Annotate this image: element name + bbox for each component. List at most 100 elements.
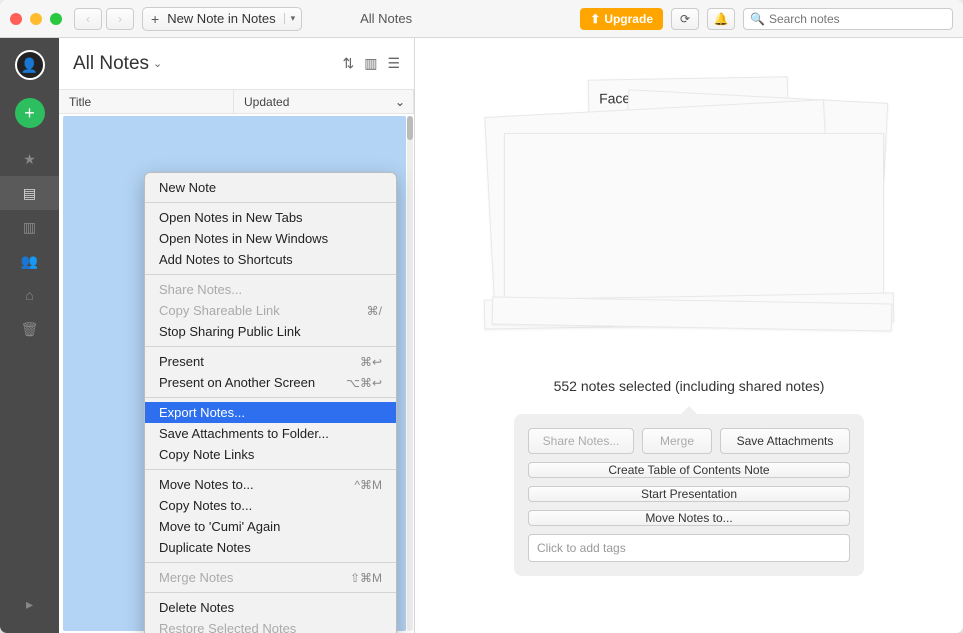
context-menu: New Note Open Notes in New Tabs Open Not…	[144, 172, 397, 633]
ctx-separator	[145, 202, 396, 203]
back-button[interactable]: ‹	[74, 8, 102, 30]
shortcut-label: ⌘/	[367, 304, 382, 318]
scrollbar-thumb[interactable]	[407, 116, 413, 140]
view-button[interactable]: ▥	[364, 55, 377, 72]
save-attachments-button[interactable]: Save Attachments	[720, 428, 850, 454]
new-note-label: New Note in Notes	[167, 11, 283, 26]
move-notes-button[interactable]: Move Notes to...	[528, 510, 850, 526]
shortcut-label: ⇧⌘M	[350, 571, 382, 585]
window-controls	[10, 13, 62, 25]
nav-buttons: ‹ ›	[74, 8, 134, 30]
ctx-separator	[145, 397, 396, 398]
add-note-button[interactable]: +	[15, 98, 45, 128]
ctx-copy-to[interactable]: Copy Notes to...	[145, 495, 396, 516]
minimize-window-button[interactable]	[30, 13, 42, 25]
ctx-duplicate[interactable]: Duplicate Notes	[145, 537, 396, 558]
notifications-button[interactable]: 🔔	[707, 8, 735, 30]
sidebar-item-notes[interactable]: ▤	[0, 176, 59, 210]
chevron-down-icon: ⌄	[395, 95, 405, 109]
stack-paper	[504, 133, 884, 303]
plus-icon: +	[143, 11, 167, 27]
ctx-open-tabs[interactable]: Open Notes in New Tabs	[145, 207, 396, 228]
ctx-move-to[interactable]: Move Notes to... ^⌘M	[145, 474, 396, 495]
ctx-delete[interactable]: Delete Notes	[145, 597, 396, 618]
ctx-separator	[145, 562, 396, 563]
ctx-separator	[145, 274, 396, 275]
merge-button[interactable]: Merge	[642, 428, 712, 454]
create-toc-button[interactable]: Create Table of Contents Note	[528, 462, 850, 478]
chevron-down-icon[interactable]: ▾	[284, 13, 302, 24]
ctx-save-attachments[interactable]: Save Attachments to Folder...	[145, 423, 396, 444]
avatar[interactable]: 👤	[15, 50, 45, 80]
ctx-add-shortcuts[interactable]: Add Notes to Shortcuts	[145, 249, 396, 270]
trash-icon: 🗑	[21, 321, 39, 338]
ctx-open-windows[interactable]: Open Notes in New Windows	[145, 228, 396, 249]
sort-button[interactable]: ⇅	[342, 55, 354, 72]
star-icon: ★	[23, 151, 36, 168]
titlebar: ‹ › + New Note in Notes ▾ All Notes ⬆ Up…	[0, 0, 963, 38]
tags-input[interactable]: Click to add tags	[528, 534, 850, 562]
chevron-right-icon: ›	[118, 12, 122, 26]
plus-icon: +	[24, 103, 35, 124]
tag-icon: ⌂	[25, 287, 33, 303]
ctx-present-other[interactable]: Present on Another Screen ⌥⌘↩	[145, 372, 396, 393]
start-presentation-button[interactable]: Start Presentation	[528, 486, 850, 502]
notebook-icon: ▥	[23, 219, 36, 236]
list-title-label: All Notes	[73, 53, 149, 75]
ctx-restore: Restore Selected Notes	[145, 618, 396, 633]
close-window-button[interactable]	[10, 13, 22, 25]
shortcut-label: ^⌘M	[354, 478, 382, 492]
people-icon: 👥	[21, 253, 38, 270]
sidebar-item-collapse[interactable]: ▸	[0, 587, 59, 621]
ctx-copy-shareable: Copy Shareable Link ⌘/	[145, 300, 396, 321]
sidebar-item-shortcuts[interactable]: ★	[0, 142, 59, 176]
sidebar-item-trash[interactable]: 🗑	[0, 312, 59, 346]
share-notes-button[interactable]: Share Notes...	[528, 428, 634, 454]
ctx-merge: Merge Notes ⇧⌘M	[145, 567, 396, 588]
window-title: All Notes	[360, 11, 412, 26]
ctx-separator	[145, 592, 396, 593]
zoom-window-button[interactable]	[50, 13, 62, 25]
shortcut-label: ⌥⌘↩	[346, 376, 382, 390]
forward-button[interactable]: ›	[106, 8, 134, 30]
column-updated[interactable]: Updated ⌄	[234, 90, 414, 113]
chevron-down-icon: ⌄	[153, 57, 162, 70]
column-headers: Title Updated ⌄	[59, 90, 414, 114]
selection-count-text: 552 notes selected (including shared not…	[554, 378, 825, 394]
ctx-stop-sharing[interactable]: Stop Sharing Public Link	[145, 321, 396, 342]
column-title[interactable]: Title	[59, 90, 234, 113]
ctx-present[interactable]: Present ⌘↩	[145, 351, 396, 372]
ctx-move-cumi[interactable]: Move to 'Cumi' Again	[145, 516, 396, 537]
shortcut-label: ⌘↩	[360, 355, 382, 369]
filter-button[interactable]: ☰	[387, 55, 400, 72]
user-icon: 👤	[21, 57, 38, 74]
search-input[interactable]	[769, 12, 946, 26]
ctx-copy-links[interactable]: Copy Note Links	[145, 444, 396, 465]
sync-button[interactable]: ⟳	[671, 8, 699, 30]
collapse-icon: ▸	[26, 596, 33, 613]
chevron-left-icon: ‹	[86, 12, 90, 26]
list-header: All Notes ⌄ ⇅ ▥ ☰	[59, 38, 414, 90]
sidebar-item-tags[interactable]: ⌂	[0, 278, 59, 312]
ctx-share-notes: Share Notes...	[145, 279, 396, 300]
note-icon: ▤	[23, 185, 36, 202]
ctx-export-notes[interactable]: Export Notes...	[145, 402, 396, 423]
ctx-separator	[145, 346, 396, 347]
ctx-new-note[interactable]: New Note	[145, 177, 396, 198]
scrollbar-track	[407, 116, 413, 631]
upgrade-button[interactable]: ⬆ Upgrade	[580, 8, 663, 30]
upgrade-icon: ⬆	[590, 12, 600, 26]
sidebar: 👤 + ★ ▤ ▥ 👥 ⌂ 🗑 ▸	[0, 38, 59, 633]
sidebar-item-shared[interactable]: 👥	[0, 244, 59, 278]
tags-placeholder: Click to add tags	[537, 541, 626, 555]
list-tools: ⇅ ▥ ☰	[342, 55, 400, 72]
note-stack-graphic: Facebook	[474, 78, 904, 328]
search-icon: 🔍	[750, 12, 765, 26]
ctx-separator	[145, 469, 396, 470]
search-box[interactable]: 🔍	[743, 8, 953, 30]
new-note-button[interactable]: + New Note in Notes ▾	[142, 7, 302, 31]
list-title-dropdown[interactable]: All Notes ⌄	[73, 53, 162, 75]
sync-icon: ⟳	[680, 12, 690, 26]
detail-panel: Facebook 552 notes selected (including s…	[415, 38, 963, 633]
sidebar-item-notebooks[interactable]: ▥	[0, 210, 59, 244]
